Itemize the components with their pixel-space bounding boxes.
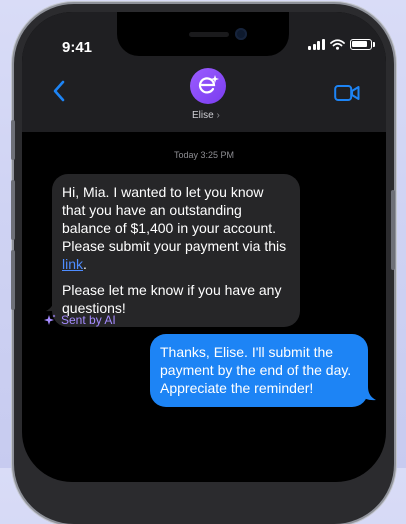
status-icons [308, 38, 375, 50]
incoming-paragraph-2: Please let me know if you have any quest… [62, 282, 282, 316]
dynamic-island [117, 12, 289, 56]
phone-side-button [391, 190, 395, 270]
back-chevron-icon[interactable] [52, 80, 66, 102]
message-timestamp: Today 3:25 PM [173, 150, 235, 160]
ai-sparkle-icon [44, 314, 56, 325]
chevron-right-icon: › [216, 110, 220, 121]
signal-icon [308, 38, 325, 50]
incoming-text: Hi, Mia. I wanted to let you know that y… [62, 184, 287, 254]
outgoing-text: Thanks, Elise. I'll submit the payment b… [160, 344, 352, 396]
contact-name-button[interactable]: Elise › [192, 110, 220, 121]
battery-tip [372, 41, 375, 47]
e-sparkle-icon [198, 75, 219, 94]
camera-lens [235, 28, 247, 40]
sent-by-ai-text: Sent by AI [61, 313, 116, 327]
phone-side-button [11, 250, 15, 310]
speaker-grille [189, 32, 229, 37]
incoming-bubble-tail [46, 298, 62, 312]
phone-side-button [11, 120, 15, 160]
contact-avatar[interactable] [190, 68, 226, 104]
incoming-paragraph-1: Hi, Mia. I wanted to let you know that y… [62, 183, 290, 273]
video-call-icon[interactable] [334, 84, 360, 102]
payment-link[interactable]: link [62, 256, 83, 272]
wifi-icon [329, 38, 345, 50]
contact-name: Elise [192, 110, 214, 121]
incoming-text-end: . [83, 256, 87, 272]
outgoing-bubble-tail [360, 387, 376, 401]
incoming-message-bubble: Hi, Mia. I wanted to let you know that y… [52, 174, 300, 327]
status-time: 9:41 [62, 39, 93, 56]
phone-screen: 9:41 Elise › Today 3:25 PM Hi, Mia. I wa… [22, 12, 386, 482]
sent-by-ai-label: Sent by AI [44, 313, 116, 327]
outgoing-message-bubble: Thanks, Elise. I'll submit the payment b… [150, 334, 368, 407]
battery-icon [349, 38, 372, 50]
phone-side-button [11, 180, 15, 240]
